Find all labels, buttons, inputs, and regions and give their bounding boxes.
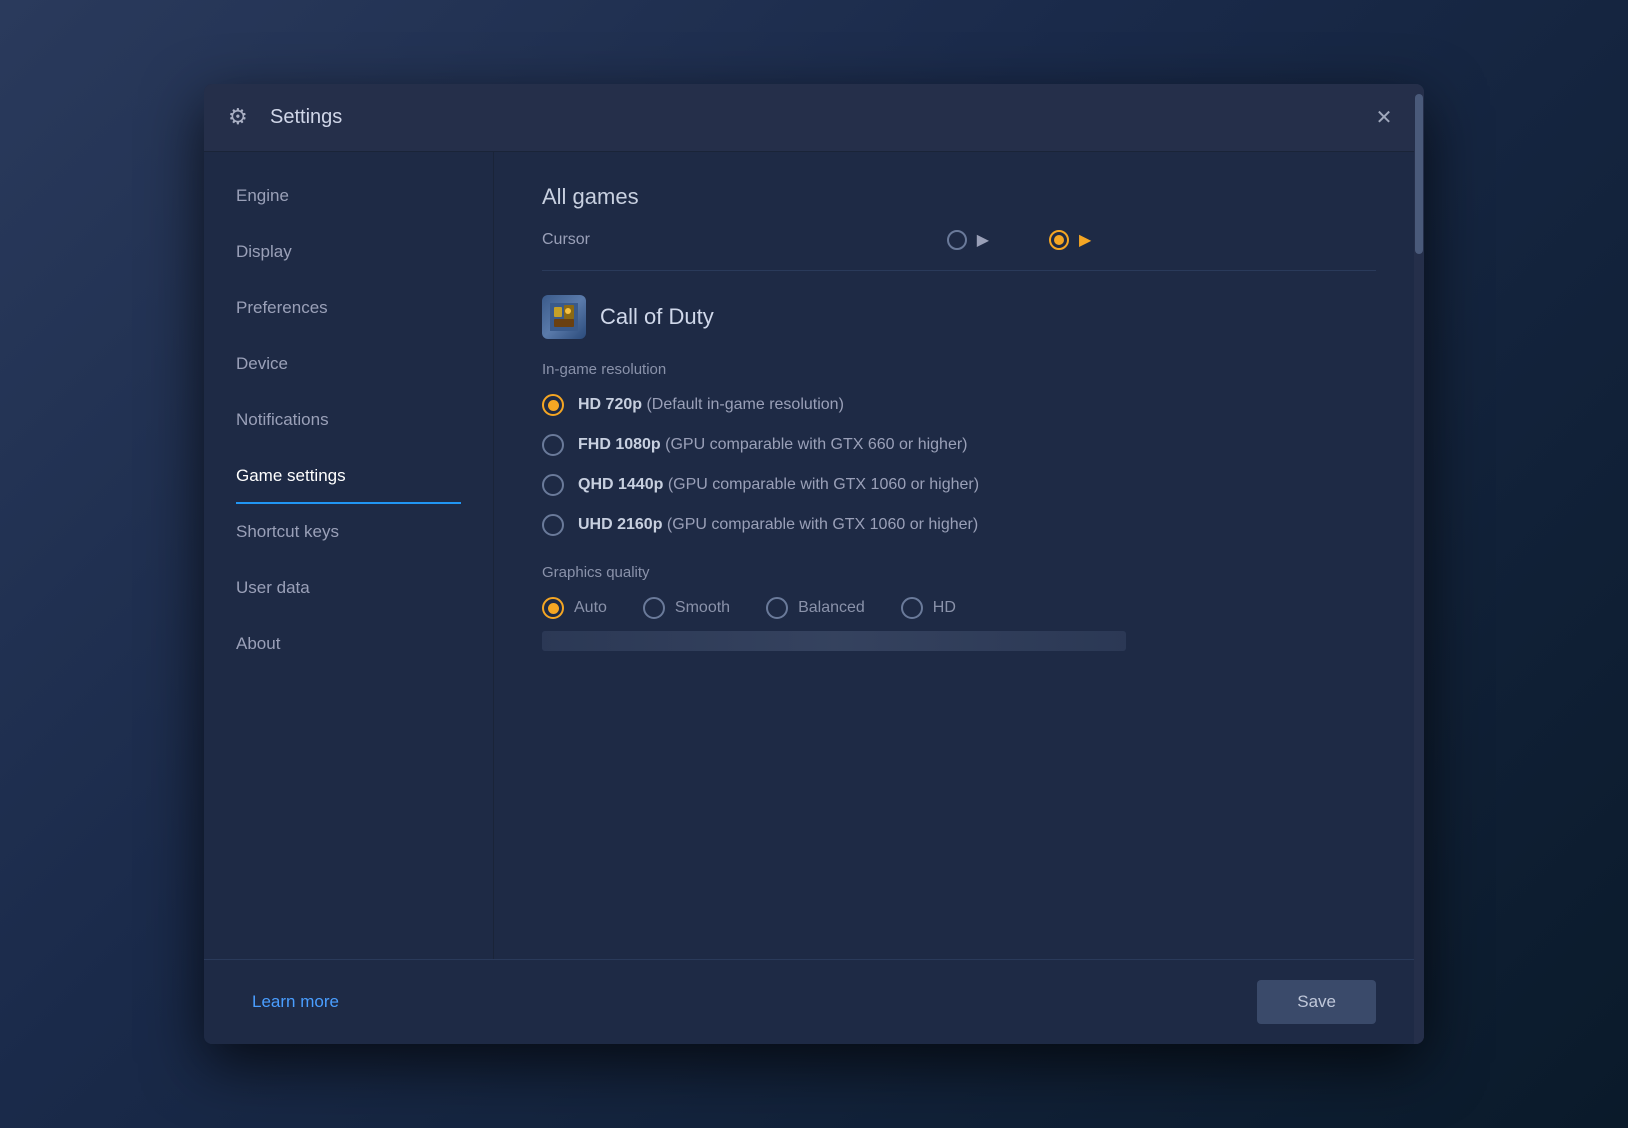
- quality-balanced[interactable]: Balanced: [766, 597, 865, 619]
- sidebar-item-display[interactable]: Display: [204, 224, 493, 280]
- cursor-option-game[interactable]: ▶: [1049, 230, 1091, 250]
- dialog-title: Settings: [270, 106, 1368, 129]
- game-thumbnail: [542, 295, 586, 339]
- cursor-option-default[interactable]: ▶: [947, 230, 989, 250]
- quality-smooth-label: Smooth: [675, 599, 730, 617]
- cursor-options: ▶ ▶: [662, 230, 1376, 250]
- resolution-qhd1440-label: QHD 1440p (GPU comparable with GTX 1060 …: [578, 476, 979, 494]
- scrollbar-track[interactable]: [1414, 152, 1424, 959]
- graphics-quality-row: Auto Smooth Balanced HD: [542, 597, 1376, 619]
- cursor-arrow-game: ▶: [1079, 230, 1091, 250]
- main-content: All games Cursor ▶ ▶: [494, 152, 1424, 959]
- sidebar-item-user-data[interactable]: User data: [204, 560, 493, 616]
- settings-dialog: ⚙ Settings ✕ Engine Display Preferences …: [204, 84, 1424, 1044]
- resolution-fhd1080-label: FHD 1080p (GPU comparable with GTX 660 o…: [578, 436, 968, 454]
- footer: Learn more Save: [204, 959, 1424, 1044]
- sidebar-item-shortcut-keys[interactable]: Shortcut keys: [204, 504, 493, 560]
- quality-balanced-label: Balanced: [798, 599, 865, 617]
- scrollbar-thumb[interactable]: [1415, 152, 1423, 254]
- game-title: Call of Duty: [600, 304, 714, 330]
- game-thumbnail-inner: [542, 295, 586, 339]
- radio-uhd2160: [542, 514, 564, 536]
- all-games-title: All games: [542, 184, 1376, 210]
- title-bar: ⚙ Settings ✕: [204, 84, 1424, 152]
- cursor-radio-default: [947, 230, 967, 250]
- radio-quality-smooth: [643, 597, 665, 619]
- resolution-group: HD 720p (Default in-game resolution) FHD…: [542, 394, 1376, 536]
- save-button[interactable]: Save: [1257, 980, 1376, 1024]
- settings-icon: ⚙: [228, 104, 256, 132]
- quality-auto[interactable]: Auto: [542, 597, 607, 619]
- quality-hd-label: HD: [933, 599, 956, 617]
- sidebar-item-device[interactable]: Device: [204, 336, 493, 392]
- radio-quality-auto: [542, 597, 564, 619]
- radio-hd720: [542, 394, 564, 416]
- resolution-qhd1440[interactable]: QHD 1440p (GPU comparable with GTX 1060 …: [542, 474, 1376, 496]
- cursor-radio-game: [1049, 230, 1069, 250]
- sidebar-item-about[interactable]: About: [204, 616, 493, 672]
- resolution-title: In-game resolution: [542, 361, 1376, 378]
- game-header: Call of Duty: [542, 295, 1376, 339]
- game-thumb-art: [550, 303, 578, 331]
- sidebar: Engine Display Preferences Device Notifi…: [204, 152, 494, 959]
- radio-quality-hd: [901, 597, 923, 619]
- resolution-hd720[interactable]: HD 720p (Default in-game resolution): [542, 394, 1376, 416]
- sidebar-item-game-settings[interactable]: Game settings: [204, 448, 493, 504]
- quality-smooth[interactable]: Smooth: [643, 597, 730, 619]
- sidebar-item-engine[interactable]: Engine: [204, 168, 493, 224]
- cursor-label: Cursor: [542, 231, 662, 249]
- sidebar-item-preferences[interactable]: Preferences: [204, 280, 493, 336]
- dialog-body: Engine Display Preferences Device Notifi…: [204, 152, 1424, 959]
- sidebar-item-notifications[interactable]: Notifications: [204, 392, 493, 448]
- learn-more-link[interactable]: Learn more: [252, 992, 339, 1012]
- resolution-fhd1080[interactable]: FHD 1080p (GPU comparable with GTX 660 o…: [542, 434, 1376, 456]
- radio-fhd1080: [542, 434, 564, 456]
- graphics-quality-title: Graphics quality: [542, 564, 1376, 581]
- radio-quality-balanced: [766, 597, 788, 619]
- resolution-uhd2160[interactable]: UHD 2160p (GPU comparable with GTX 1060 …: [542, 514, 1376, 536]
- faded-section: [542, 631, 1126, 651]
- resolution-uhd2160-label: UHD 2160p (GPU comparable with GTX 1060 …: [578, 516, 978, 534]
- game-section: Call of Duty In-game resolution HD 720p …: [542, 295, 1376, 651]
- quality-hd[interactable]: HD: [901, 597, 956, 619]
- close-button[interactable]: ✕: [1368, 102, 1400, 134]
- resolution-hd720-label: HD 720p (Default in-game resolution): [578, 396, 844, 414]
- cursor-row: Cursor ▶ ▶: [542, 230, 1376, 271]
- quality-auto-label: Auto: [574, 599, 607, 617]
- radio-qhd1440: [542, 474, 564, 496]
- cursor-arrow-default: ▶: [977, 230, 989, 250]
